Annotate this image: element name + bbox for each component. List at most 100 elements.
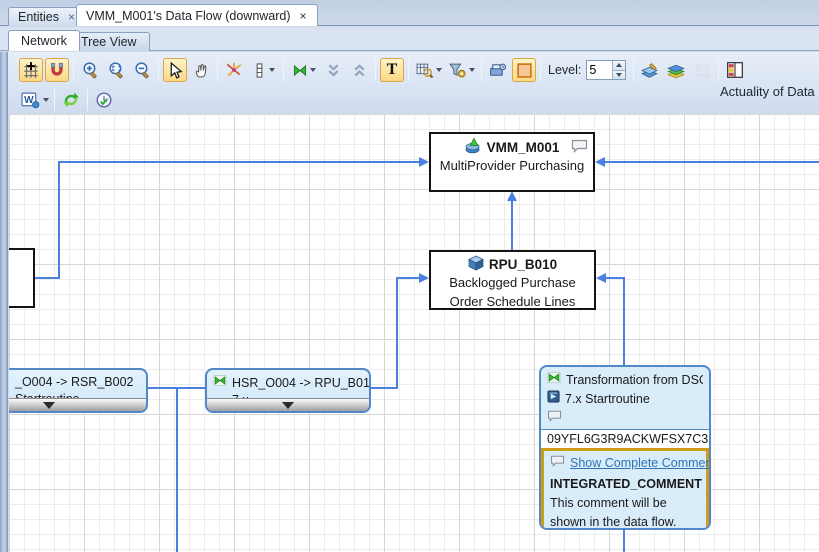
comment-bubble-icon[interactable] xyxy=(571,139,588,156)
legend-table-icon xyxy=(726,61,744,79)
expand-all-icon-button[interactable] xyxy=(347,58,371,82)
magnet-icon xyxy=(48,61,66,79)
transformation-label: _O004 -> RSR_B002 xyxy=(15,375,134,389)
data-flow-window: Entities × VMM_M001's Data Flow (downwar… xyxy=(0,0,819,552)
auto-layout-icon xyxy=(225,61,243,79)
chevron-down-icon[interactable] xyxy=(42,98,49,102)
close-icon[interactable]: × xyxy=(67,11,76,23)
dots-grid-icon-button[interactable] xyxy=(690,58,714,82)
transformation-node-from-dso[interactable]: Transformation from DSO HP... 7.x Startr… xyxy=(539,365,711,530)
chevron-down-icon[interactable] xyxy=(309,68,316,72)
text-display-icon-button[interactable]: T xyxy=(380,58,404,82)
generate-icon xyxy=(489,62,507,79)
multiprovider-icon xyxy=(465,137,482,157)
tab-network[interactable]: Network xyxy=(8,30,80,51)
startroutine-icon xyxy=(547,390,560,409)
transformation-bowtie-icon xyxy=(213,374,227,392)
auto-layout-icon-button[interactable] xyxy=(222,58,246,82)
node-subtitle: Backlogged Purchase Order Schedule Lines xyxy=(449,275,576,309)
comment-body: This comment will be shown in the data f… xyxy=(550,495,677,529)
toolbar-separator xyxy=(73,59,74,81)
transformation-version: 7.x Startroutine xyxy=(565,391,650,406)
transformation-id: 09YFL6G3R9ACKWFSX7C3HLVK7... xyxy=(541,429,709,449)
diagram-canvas[interactable]: VMM_M001 MultiProvider Purchasing RPU_B0… xyxy=(9,114,819,552)
transformation-node-hsr-o004-rpu-b010[interactable]: HSR_O004 -> RPU_B010 7.x xyxy=(205,368,371,413)
toolbar: T Level: W Actuality of Data Flo xyxy=(8,52,819,114)
expand-down-icon xyxy=(282,401,294,409)
tab-tree-view[interactable]: Tree View xyxy=(68,32,150,51)
node-subtitle: MultiProvider Purchasing xyxy=(439,158,585,173)
close-icon[interactable]: × xyxy=(299,10,308,22)
comment-bubble-icon xyxy=(550,454,565,473)
expand-handle[interactable] xyxy=(9,398,146,411)
toolbar-separator xyxy=(540,59,541,81)
view-tabstrip: Network Tree View xyxy=(0,27,819,51)
select-arrow-icon-button[interactable] xyxy=(163,58,187,82)
filter-settings-icon xyxy=(448,62,467,79)
level-spinner[interactable] xyxy=(586,60,627,80)
toolbar-separator xyxy=(283,59,284,81)
expand-handle[interactable] xyxy=(207,398,369,411)
tab-entities-label: Entities xyxy=(18,10,59,24)
dso-node-rpu-b010[interactable]: RPU_B010 Backlogged Purchase Order Sched… xyxy=(429,250,596,310)
expand-all-icon xyxy=(351,62,368,79)
zoom-in-icon-button[interactable] xyxy=(78,58,102,82)
word-export-icon-button[interactable]: W xyxy=(19,88,50,112)
search-table-icon-button[interactable] xyxy=(413,58,444,82)
magnet-icon-button[interactable] xyxy=(45,58,69,82)
chevron-down-icon[interactable] xyxy=(468,68,475,72)
actuality-label: Actuality of Data Flo xyxy=(720,84,819,99)
level-label: Level: xyxy=(548,63,582,77)
zoom-out-icon-button[interactable] xyxy=(130,58,154,82)
layers-color-icon xyxy=(666,62,686,79)
column-layout-icon-button[interactable] xyxy=(248,58,279,82)
toolbar-separator xyxy=(87,89,88,111)
layers-edit-icon xyxy=(640,62,660,79)
layers-edit-icon-button[interactable] xyxy=(638,58,662,82)
level-up-button[interactable] xyxy=(612,61,626,70)
filter-settings-icon-button[interactable] xyxy=(446,58,477,82)
toolbar-separator xyxy=(408,59,409,81)
time-check-icon-button[interactable] xyxy=(92,88,116,112)
refresh-icon xyxy=(62,91,80,109)
generate-icon-button[interactable] xyxy=(486,58,510,82)
search-table-icon xyxy=(416,62,434,79)
transformation-node-rsr-b002[interactable]: _O004 -> RSR_B002 Startroutine xyxy=(9,368,148,413)
comment-title: INTEGRATED_COMMENT xyxy=(550,477,702,491)
node-title: RPU_B010 xyxy=(488,257,558,272)
pan-hand-icon-button[interactable] xyxy=(189,58,213,82)
transformation-icon-button[interactable] xyxy=(288,58,319,82)
column-layout-icon xyxy=(252,62,267,79)
level-down-button[interactable] xyxy=(612,69,626,79)
expand-down-icon xyxy=(42,401,55,409)
clipped-provider-node[interactable] xyxy=(9,248,35,308)
chevron-down-icon[interactable] xyxy=(269,68,275,72)
zoom-fit-icon-button[interactable] xyxy=(104,58,128,82)
pan-hand-icon xyxy=(193,62,210,79)
level-input[interactable] xyxy=(589,61,614,79)
transformation-label: HSR_O004 -> RPU_B010 xyxy=(232,375,371,390)
toolbar-separator xyxy=(481,59,482,81)
tab-entities[interactable]: Entities × xyxy=(8,7,87,26)
grid-snap-icon xyxy=(22,61,40,79)
show-complete-commenting-link[interactable]: Show Complete Commenting xyxy=(570,454,709,473)
refresh-icon-button[interactable] xyxy=(59,88,83,112)
tab-vmm-label: VMM_M001's Data Flow (downward) xyxy=(86,8,291,23)
transformation-bowtie-icon xyxy=(547,371,561,390)
toolbar-separator xyxy=(718,59,720,81)
toolbar-separator xyxy=(633,59,635,81)
editor-tabstrip: Entities × VMM_M001's Data Flow (downwar… xyxy=(0,0,819,26)
tab-vmm-data-flow[interactable]: VMM_M001's Data Flow (downward) × xyxy=(76,4,318,26)
layers-color-icon-button[interactable] xyxy=(664,58,688,82)
multiprovider-node-vmm-m001[interactable]: VMM_M001 MultiProvider Purchasing xyxy=(429,132,595,192)
collapse-all-icon-button[interactable] xyxy=(321,58,345,82)
grid-snap-icon-button[interactable] xyxy=(19,58,43,82)
highlight-comment-icon-button[interactable] xyxy=(512,58,536,82)
legend-table-icon-button[interactable] xyxy=(723,58,747,82)
node-title: VMM_M001 xyxy=(486,139,560,155)
integrated-comment-box: Show Complete Commenting INTEGRATED_COMM… xyxy=(541,448,709,529)
tab-tree-view-label: Tree View xyxy=(81,35,137,49)
comment-bubble-icon[interactable] xyxy=(547,409,562,428)
level-control: Level: xyxy=(548,60,627,80)
chevron-down-icon[interactable] xyxy=(435,68,442,72)
